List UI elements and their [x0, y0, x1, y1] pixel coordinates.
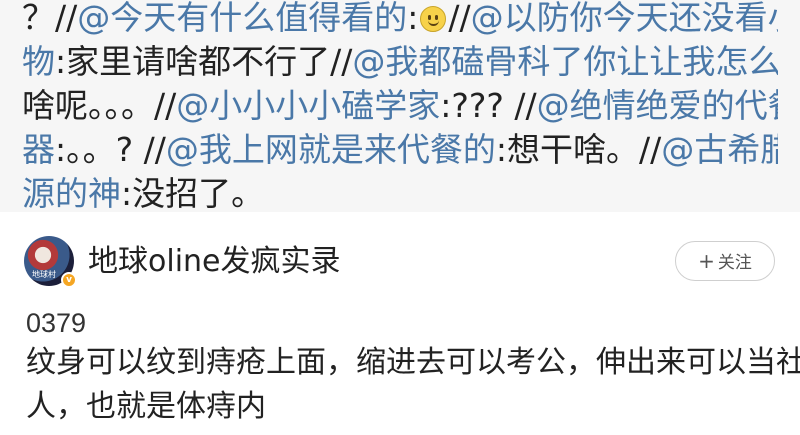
follow-label: 关注 — [717, 253, 752, 273]
repost-text: ？// — [22, 0, 78, 37]
repost-chain-line: 源的神:没招了。 — [22, 172, 778, 216]
verified-badge-icon: v — [61, 272, 77, 288]
follow-button[interactable]: + 关注 — [675, 241, 775, 281]
repost-text: :家里请啥都不行了// — [55, 42, 353, 81]
mention-link[interactable]: 物 — [22, 42, 55, 81]
mention-link[interactable]: @小小小小磕学家 — [176, 86, 440, 125]
repost-text: :没招了。 — [121, 174, 265, 213]
post-text-line: 纹身可以纹到痔疮上面，缩进去可以考公，伸出来可以当社会 — [26, 345, 800, 380]
repost-chain-line: 啥呢。。。//@小小小小磕学家:??? //@绝情绝爱的代餐机 — [22, 84, 778, 128]
repost-chain-line: 物:家里请啥都不行了//@我都磕骨科了你让让我怎么了:干 — [22, 40, 778, 84]
mention-link[interactable]: @古希腊掌管资 — [661, 130, 778, 169]
repost-text: : — [407, 0, 419, 37]
repost-text: :??? // — [440, 86, 537, 125]
repost-chain-line: ？//@今天有什么值得看的: //@以防你今天还没看小动 — [22, 0, 778, 40]
avatar[interactable]: 地球村 v — [24, 236, 77, 288]
mention-link[interactable]: 源的神 — [22, 174, 121, 213]
post-text: 纹身可以纹到痔疮上面，缩进去可以考公，伸出来可以当社会 人，也就是体痔内 — [26, 341, 800, 429]
mention-link[interactable]: @我上网就是来代餐的 — [166, 130, 496, 169]
weibo-feed-screen: ？//@今天有什么值得看的: //@以防你今天还没看小动 物:家里请啥都不行了//… — [0, 0, 800, 435]
post-card: 地球村 v 地球oline发疯实录 + 关注 0379 纹身可以纹到痔疮上面，缩进… — [0, 212, 800, 435]
mention-link[interactable]: @今天有什么值得看的 — [77, 0, 407, 37]
username[interactable]: 地球oline发疯实录 — [88, 242, 341, 282]
repost-text: :。。? // — [55, 130, 166, 169]
mention-link[interactable]: @以防你今天还没看小动 — [471, 0, 778, 37]
repost-chain-line: 器:。。? //@我上网就是来代餐的:想干啥。//@古希腊掌管资 — [22, 128, 778, 172]
mention-link[interactable]: 器 — [22, 130, 55, 169]
repost-text: // — [448, 0, 471, 37]
smiley-emoji-icon — [420, 6, 447, 32]
plus-icon: + — [698, 249, 715, 273]
avatar-caption: 地球村 — [32, 270, 56, 279]
repost-text: :想干啥。// — [495, 130, 662, 169]
mention-link[interactable]: @我都磕骨科了你让让我怎么了 — [352, 42, 778, 81]
repost-text: 啥呢。。。// — [22, 86, 177, 125]
mention-link[interactable]: @绝情绝爱的代餐机 — [537, 86, 778, 125]
post-text-line: 人，也就是体痔内 — [26, 389, 266, 424]
repost-chain: ？//@今天有什么值得看的: //@以防你今天还没看小动 物:家里请啥都不行了//… — [0, 0, 800, 213]
post-number: 0379 — [26, 308, 87, 338]
